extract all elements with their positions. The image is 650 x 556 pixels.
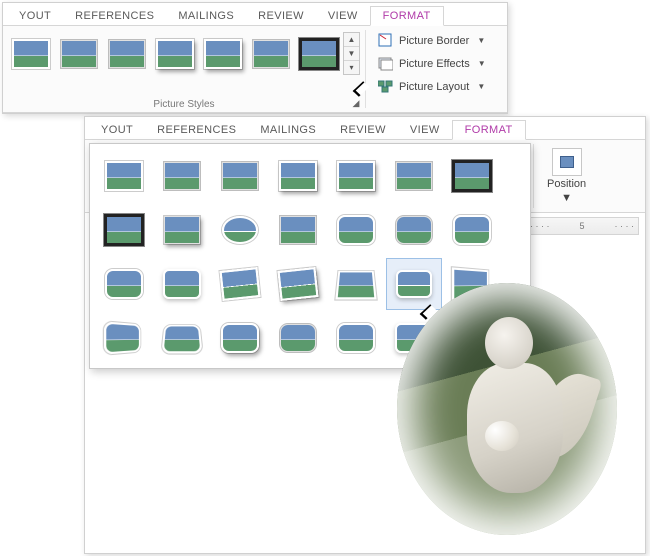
position-icon [552, 148, 582, 176]
style-thumb[interactable] [154, 258, 210, 310]
picture-layout-label: Picture Layout [399, 81, 469, 93]
tab-view[interactable]: VIEW [316, 7, 370, 25]
style-thumb[interactable] [154, 312, 210, 364]
style-thumb[interactable] [328, 312, 384, 364]
ruler-mark: · · · · [530, 221, 550, 231]
style-thumb[interactable] [386, 150, 442, 202]
picture-border-label: Picture Border [399, 35, 469, 47]
group-label-picture-styles: Picture Styles [3, 99, 365, 110]
style-thumb[interactable] [444, 150, 500, 202]
style-thumb[interactable] [270, 150, 326, 202]
gallery-row-up[interactable]: ▲ [344, 33, 359, 47]
group-separator [533, 144, 534, 208]
style-thumb[interactable] [212, 258, 268, 310]
style-thumb[interactable] [270, 258, 326, 310]
style-thumb[interactable] [444, 204, 500, 256]
horizontal-ruler[interactable]: · · · · 5 · · · · [525, 217, 639, 235]
picture-effects-label: Picture Effects [399, 58, 470, 70]
style-thumb[interactable] [249, 32, 293, 76]
ruler-mark: · · · · [615, 221, 635, 231]
style-thumb[interactable] [212, 204, 268, 256]
picture-layout-icon [378, 79, 393, 94]
style-thumb[interactable] [328, 258, 384, 310]
chevron-down-icon: ▼ [477, 82, 485, 91]
style-thumb[interactable] [105, 32, 149, 76]
chevron-down-icon: ▼ [478, 59, 486, 68]
group-separator [365, 30, 366, 108]
style-thumb[interactable] [96, 150, 152, 202]
picture-format-commands: Picture Border ▼ Picture Effects ▼ Picture… [371, 30, 493, 97]
tab-layout[interactable]: YOUT [89, 121, 145, 139]
style-thumb[interactable] [154, 204, 210, 256]
ribbon: ▲ ▼ ▾ Picture Border ▼ Picture Effects ▼ P… [3, 26, 507, 113]
tab-format[interactable]: FORMAT [452, 120, 526, 140]
picture-effects-button[interactable]: Picture Effects ▼ [371, 53, 493, 74]
style-thumb[interactable] [96, 258, 152, 310]
document-image-preview[interactable] [397, 283, 617, 535]
style-thumb[interactable] [328, 150, 384, 202]
gallery-scroll: ▲ ▼ ▾ [343, 32, 360, 75]
style-thumb[interactable] [154, 150, 210, 202]
picture-border-icon [378, 33, 393, 48]
ribbon-window-collapsed: YOUT REFERENCES MAILINGS REVIEW VIEW FOR… [2, 2, 508, 114]
style-thumb[interactable] [96, 204, 152, 256]
tab-review[interactable]: REVIEW [246, 7, 316, 25]
picture-border-button[interactable]: Picture Border ▼ [371, 30, 493, 51]
style-thumb[interactable] [153, 32, 197, 76]
tab-references[interactable]: REFERENCES [63, 7, 166, 25]
picture-styles-gallery [9, 32, 341, 76]
style-thumb[interactable] [57, 32, 101, 76]
tab-layout[interactable]: YOUT [7, 7, 63, 25]
tab-references[interactable]: REFERENCES [145, 121, 248, 139]
tab-view[interactable]: VIEW [398, 121, 452, 139]
style-thumb[interactable] [270, 312, 326, 364]
gallery-more-button[interactable]: ▾ [344, 61, 359, 74]
tab-review[interactable]: REVIEW [328, 121, 398, 139]
style-thumb[interactable] [212, 150, 268, 202]
style-thumb[interactable] [328, 204, 384, 256]
style-thumb[interactable] [201, 32, 245, 76]
tab-format[interactable]: FORMAT [370, 6, 444, 26]
style-thumb-hovered[interactable] [386, 258, 442, 310]
dialog-launcher[interactable]: ◢ [349, 96, 363, 110]
angel-figure [445, 313, 595, 523]
style-thumb[interactable] [270, 204, 326, 256]
position-button[interactable]: Position ▼ [541, 146, 592, 206]
style-thumb[interactable] [297, 32, 341, 76]
position-label: Position [547, 178, 586, 190]
tab-mailings[interactable]: MAILINGS [248, 121, 328, 139]
picture-effects-icon [378, 56, 393, 71]
tab-mailings[interactable]: MAILINGS [166, 7, 246, 25]
style-thumb[interactable] [212, 312, 268, 364]
tabs-bar: YOUT REFERENCES MAILINGS REVIEW VIEW FOR… [85, 117, 645, 140]
style-thumb[interactable] [386, 204, 442, 256]
ruler-number: 5 [580, 221, 585, 231]
tabs-bar: YOUT REFERENCES MAILINGS REVIEW VIEW FOR… [3, 3, 507, 26]
gallery-row-down[interactable]: ▼ [344, 47, 359, 61]
chevron-down-icon: ▼ [561, 192, 572, 204]
chevron-down-icon: ▼ [477, 36, 485, 45]
picture-layout-button[interactable]: Picture Layout ▼ [371, 76, 493, 97]
style-thumb[interactable] [96, 312, 152, 364]
ribbon-window-expanded: YOUT REFERENCES MAILINGS REVIEW VIEW FOR… [84, 116, 646, 554]
style-thumb[interactable] [9, 32, 53, 76]
